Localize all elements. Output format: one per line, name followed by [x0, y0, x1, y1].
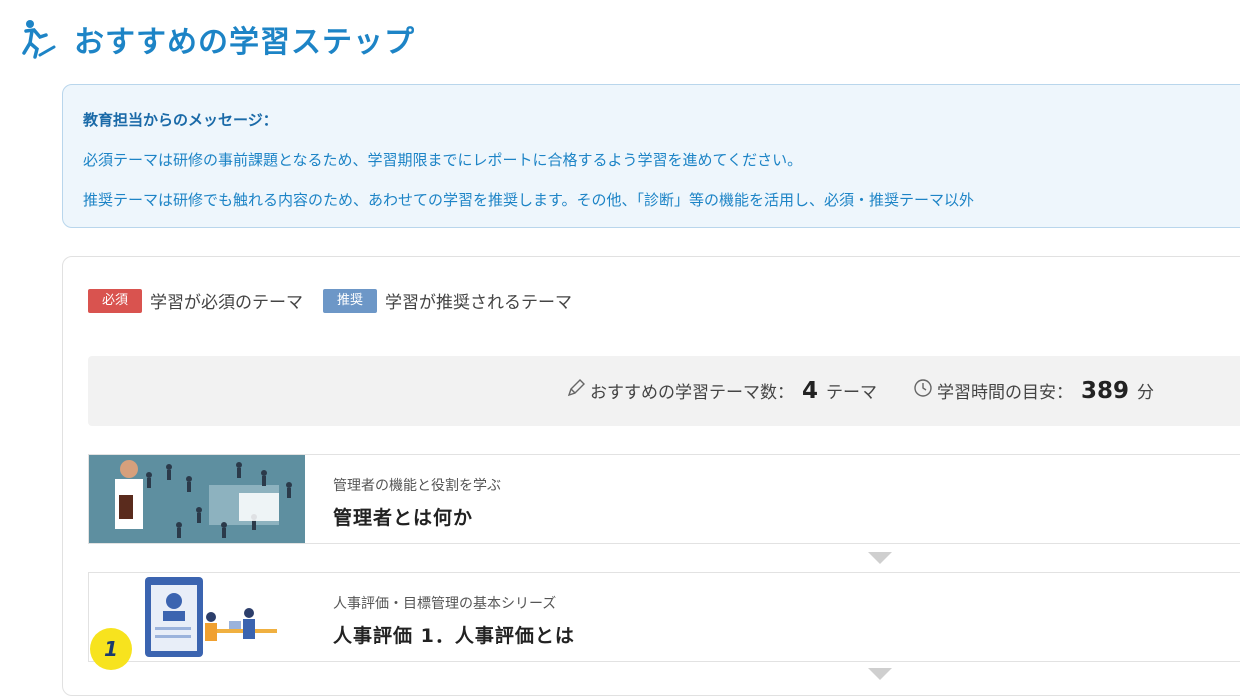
page-title: おすすめの学習ステップ [74, 25, 415, 60]
theme-card-1[interactable]: 管理者の機能と役割を学ぶ 管理者とは何か [88, 454, 1240, 544]
time-label: 学習時間の目安： [937, 383, 1074, 403]
theme-count-label: おすすめの学習テーマ数： [590, 383, 794, 403]
required-legend-label: 学習が必須のテーマ [150, 293, 304, 313]
walking-person-icon [20, 17, 70, 61]
pen-icon [566, 378, 586, 403]
theme-title-1[interactable]: 管理者とは何か [333, 503, 473, 530]
legend: 必須 学習が必須のテーマ 推奨 学習が推奨されるテーマ [88, 288, 592, 313]
clock-icon [913, 378, 933, 403]
step-arrow-icon [868, 668, 892, 680]
theme-subtitle-2: 人事評価・目標管理の基本シリーズ [333, 596, 557, 612]
time-value: 389 [1081, 378, 1130, 404]
required-tag: 必須 [88, 288, 143, 313]
theme-subtitle-1: 管理者の機能と役割を学ぶ [333, 478, 501, 494]
message-title: 教育担当からのメッセージ： [83, 111, 278, 129]
time-unit: 分 [1137, 383, 1155, 403]
education-message-box: 教育担当からのメッセージ： 必須テーマは研修の事前課題となるため、学習期限までに… [62, 84, 1240, 228]
recommended-legend-label: 学習が推奨されるテーマ [385, 293, 573, 313]
message-line-1: 必須テーマは研修の事前課題となるため、学習期限までにレポートに合格するよう学習を… [83, 151, 803, 169]
summary-bar: おすすめの学習テーマ数： 4 テーマ 学習時間の目安： 389 分 [88, 356, 1240, 426]
page-header: おすすめの学習ステップ [20, 14, 415, 64]
theme-count-value: 4 [802, 378, 819, 404]
theme-card-2[interactable]: 人事評価・目標管理の基本シリーズ 人事評価 1．人事評価とは [88, 572, 1240, 662]
message-line-2: 推奨テーマは研修でも触れる内容のため、あわせての学習を推奨します。その他、「診断… [83, 191, 975, 209]
step-arrow-icon [868, 552, 892, 564]
theme-title-2[interactable]: 人事評価 1．人事評価とは [333, 621, 575, 648]
recommended-tag: 推奨 [323, 288, 378, 313]
theme-count-unit: テーマ [826, 383, 878, 403]
theme-thumbnail-1 [89, 455, 305, 543]
step-number-badge: 1 [90, 628, 132, 670]
